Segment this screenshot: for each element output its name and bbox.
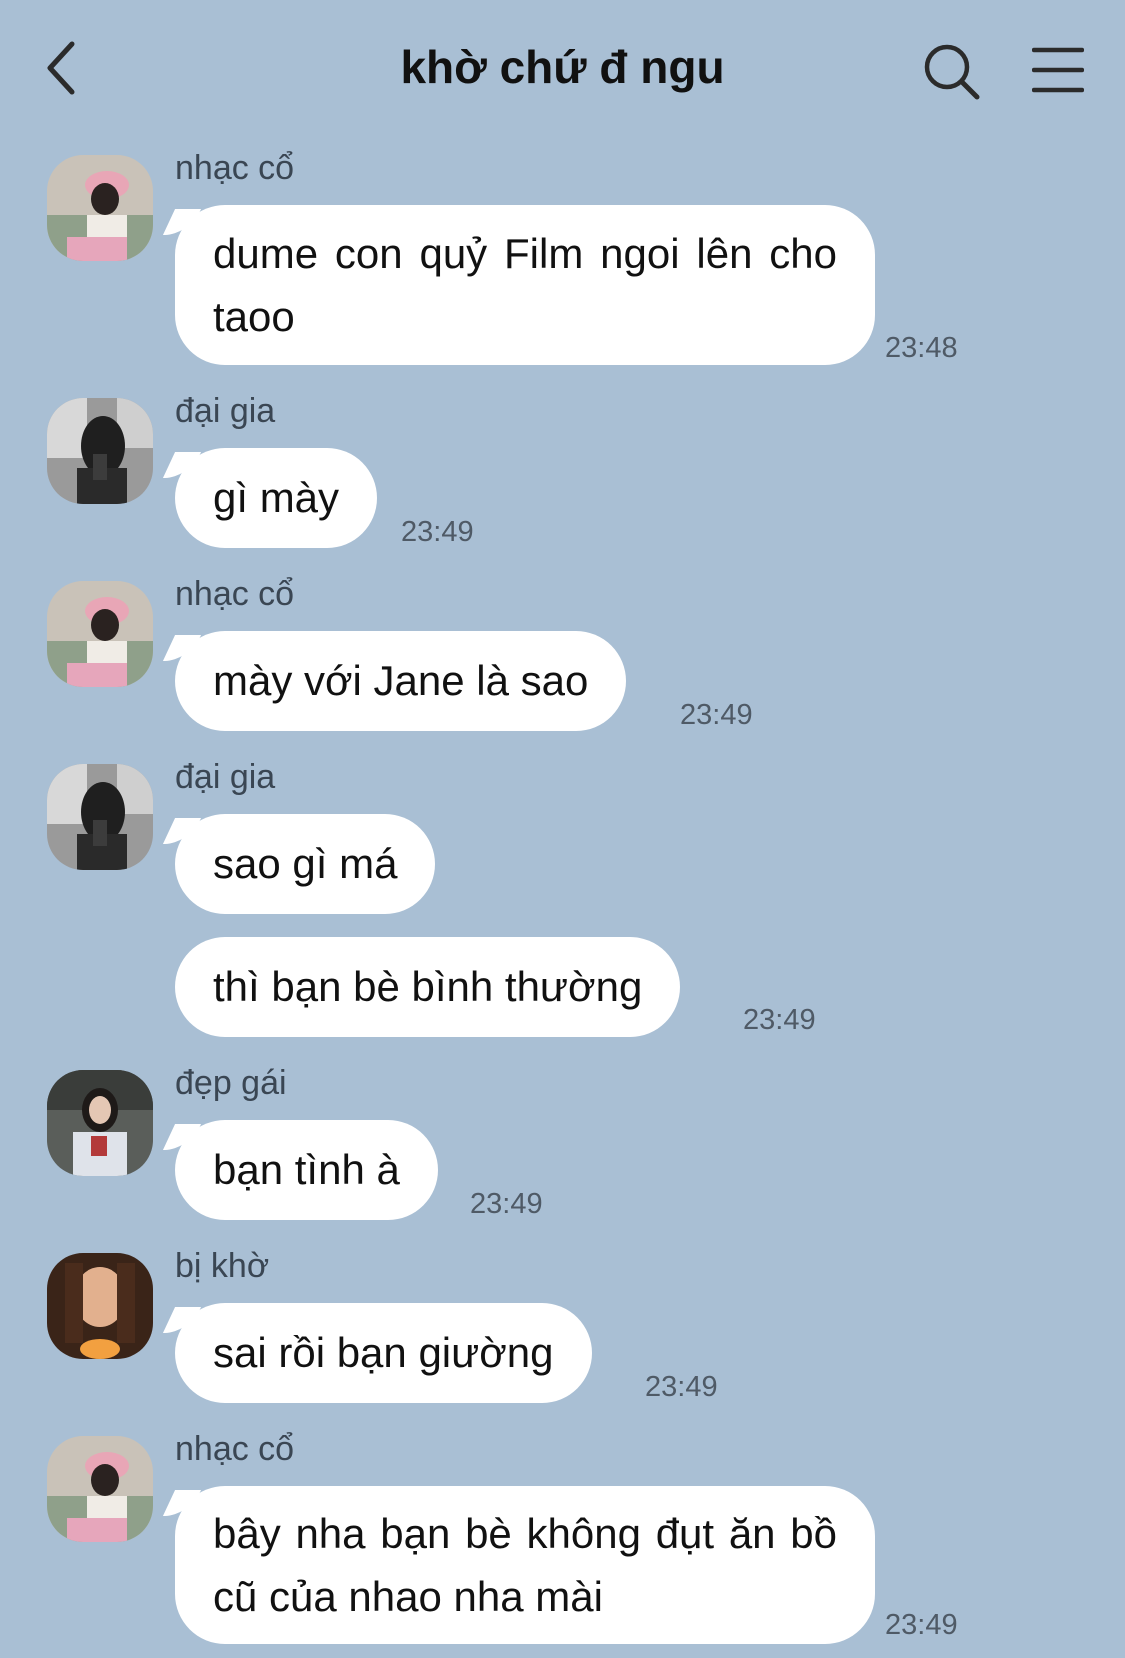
sender-name: nhạc cổ <box>175 575 295 613</box>
search-icon <box>924 44 980 100</box>
sender-name: đại gia <box>175 758 276 796</box>
sender-name: bị khờ <box>175 1247 270 1285</box>
avatar[interactable] <box>47 398 153 504</box>
message-bubble[interactable]: sai rồi bạn giường <box>175 1303 592 1403</box>
search-button[interactable] <box>922 42 982 102</box>
message-time: 23:49 <box>680 699 753 731</box>
message-time: 23:49 <box>743 1004 816 1036</box>
avatar-photo <box>47 764 153 870</box>
message-bubble[interactable]: dume con quỷ Film ngoi lên cho taoo <box>175 205 875 365</box>
avatar-photo <box>47 581 153 687</box>
avatar-photo <box>47 1070 153 1176</box>
message-time: 23:49 <box>401 516 474 548</box>
message-bubble[interactable]: bạn tình à <box>175 1120 438 1220</box>
avatar-photo <box>47 1436 153 1542</box>
sender-name: đẹp gái <box>175 1064 287 1102</box>
menu-button[interactable] <box>1031 46 1085 94</box>
message-bubble[interactable]: gì mày <box>175 448 378 548</box>
menu-icon <box>1031 47 1085 93</box>
message-bubble[interactable]: thì bạn bè bình thường <box>175 937 681 1037</box>
message-time: 23:48 <box>885 332 958 364</box>
avatar-photo <box>47 155 153 261</box>
message-bubble[interactable]: bây nha bạn bè không đụt ăn bồ cũ của nh… <box>175 1486 875 1644</box>
sender-name: nhạc cổ <box>175 1430 295 1468</box>
message-time: 23:49 <box>470 1188 543 1220</box>
avatar-photo <box>47 398 153 504</box>
sender-name: nhạc cổ <box>175 149 295 187</box>
avatar[interactable] <box>47 764 153 870</box>
avatar[interactable] <box>47 1436 153 1542</box>
avatar[interactable] <box>47 581 153 687</box>
avatar-photo <box>47 1253 153 1359</box>
message-bubble[interactable]: sao gì má <box>175 814 436 914</box>
avatar[interactable] <box>47 155 153 261</box>
avatar[interactable] <box>47 1070 153 1176</box>
sender-name: đại gia <box>175 392 276 430</box>
message-time: 23:49 <box>645 1371 718 1403</box>
message-time: 23:49 <box>885 1609 958 1641</box>
chat-header: khờ chứ đ ngu <box>0 0 1125 140</box>
message-bubble[interactable]: mày với Jane là sao <box>175 631 627 731</box>
avatar[interactable] <box>47 1253 153 1359</box>
